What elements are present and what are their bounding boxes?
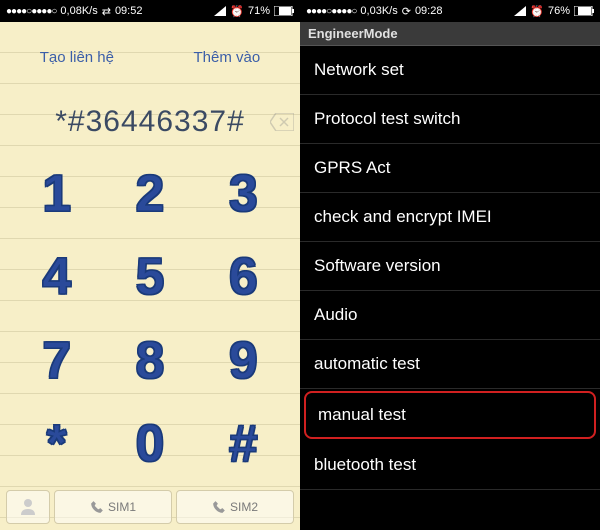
- sim1-call-button[interactable]: SIM1: [54, 490, 172, 524]
- eng-item-bluetooth-test[interactable]: bluetooth test: [300, 441, 600, 490]
- phone-icon: [212, 500, 226, 514]
- sim2-call-button[interactable]: SIM2: [176, 490, 294, 524]
- dialer-top-actions: Tạo liên hệ Thêm vào: [0, 22, 300, 92]
- key-3[interactable]: 3: [197, 152, 290, 236]
- dialer-bottom-bar: SIM1 SIM2: [0, 486, 300, 530]
- eng-item-audio[interactable]: Audio: [300, 291, 600, 340]
- phone-dialer: ●●●●○●●●●○ 0,08K/s ⇄ 09:52 ⏰ 71% Tạo liê…: [0, 0, 300, 530]
- key-9[interactable]: 9: [197, 319, 290, 403]
- key-0[interactable]: 0: [103, 403, 196, 487]
- statusbar-right: ●●●●○●●●●○ 0,03K/s ⟳ 09:28 ⏰ 76%: [300, 0, 600, 22]
- alarm-icon: ⏰: [230, 5, 244, 18]
- key-6[interactable]: 6: [197, 236, 290, 320]
- person-icon: [19, 497, 37, 518]
- key-5[interactable]: 5: [103, 236, 196, 320]
- signal-icon: [514, 6, 526, 16]
- key-2[interactable]: 2: [103, 152, 196, 236]
- phone-engineer-mode: ●●●●○●●●●○ 0,03K/s ⟳ 09:28 ⏰ 76% Enginee…: [300, 0, 600, 530]
- key-1[interactable]: 1: [10, 152, 103, 236]
- key-hash[interactable]: #: [197, 403, 290, 487]
- battery-icon: [574, 6, 594, 16]
- dial-display: *#36446337#: [0, 92, 300, 152]
- eng-item-automatic-test[interactable]: automatic test: [300, 340, 600, 389]
- eng-item-check-and-encrypt-imei[interactable]: check and encrypt IMEI: [300, 193, 600, 242]
- battery-pct: 71%: [248, 5, 270, 17]
- engineer-mode-title: EngineerMode: [300, 22, 600, 46]
- dialer-body: Tạo liên hệ Thêm vào *#36446337# 1 2 3 4…: [0, 22, 300, 530]
- key-star[interactable]: *: [10, 403, 103, 487]
- create-contact-button[interactable]: Tạo liên hệ: [40, 49, 114, 66]
- signal-dots-icon: ●●●●○●●●●○: [306, 6, 356, 17]
- eng-item-gprs-act[interactable]: GPRS Act: [300, 144, 600, 193]
- signal-dots-icon: ●●●●○●●●●○: [6, 6, 56, 17]
- signal-icon: [214, 6, 226, 16]
- keypad: 1 2 3 4 5 6 7 8 9 * 0 #: [0, 152, 300, 486]
- speed-indicator: 0,03K/s: [360, 5, 397, 17]
- dual-sim-icon: ⇄: [102, 5, 111, 18]
- add-to-button[interactable]: Thêm vào: [194, 49, 261, 66]
- battery-pct: 76%: [548, 5, 570, 17]
- contacts-button[interactable]: [6, 490, 50, 524]
- eng-item-manual-test[interactable]: manual test: [304, 391, 596, 439]
- status-time: 09:52: [115, 5, 143, 17]
- engineer-mode-list[interactable]: Network setProtocol test switchGPRS Actc…: [300, 46, 600, 530]
- speed-indicator: 0,08K/s: [60, 5, 97, 17]
- eng-item-network-set[interactable]: Network set: [300, 46, 600, 95]
- backspace-icon[interactable]: [270, 105, 294, 139]
- key-7[interactable]: 7: [10, 319, 103, 403]
- dialed-number: *#36446337#: [55, 105, 245, 139]
- eng-item-protocol-test-switch[interactable]: Protocol test switch: [300, 95, 600, 144]
- key-8[interactable]: 8: [103, 319, 196, 403]
- engineer-mode-body: EngineerMode Network setProtocol test sw…: [300, 22, 600, 530]
- alarm-icon: ⏰: [530, 5, 544, 18]
- status-time: 09:28: [415, 5, 443, 17]
- phone-icon: [90, 500, 104, 514]
- battery-icon: [274, 6, 294, 16]
- sim2-label: SIM2: [230, 500, 258, 514]
- sync-icon: ⟳: [402, 5, 411, 18]
- key-4[interactable]: 4: [10, 236, 103, 320]
- sim1-label: SIM1: [108, 500, 136, 514]
- eng-item-software-version[interactable]: Software version: [300, 242, 600, 291]
- statusbar-left: ●●●●○●●●●○ 0,08K/s ⇄ 09:52 ⏰ 71%: [0, 0, 300, 22]
